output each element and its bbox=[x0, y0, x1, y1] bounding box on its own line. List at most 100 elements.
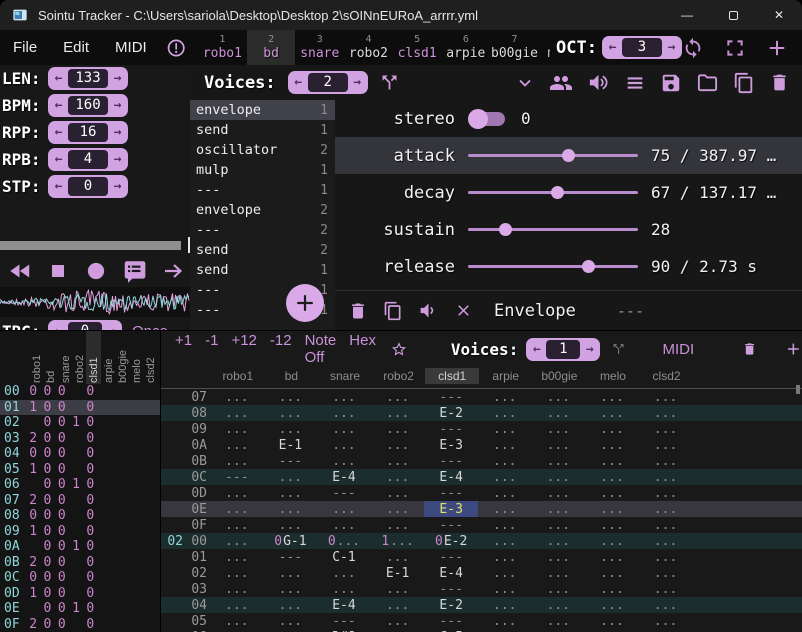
song-progress-bar[interactable] bbox=[0, 241, 181, 250]
order-pattern-value[interactable]: 1 bbox=[26, 524, 40, 539]
order-pattern-value[interactable]: 1 bbox=[26, 586, 40, 601]
note-cell[interactable]: ... bbox=[639, 389, 693, 405]
note-cell[interactable]: ... bbox=[478, 485, 532, 501]
note-cell[interactable]: ... bbox=[264, 613, 318, 629]
note-cell[interactable]: ... bbox=[585, 613, 639, 629]
note-cell[interactable]: ... bbox=[639, 501, 693, 517]
note-cell[interactable]: ... bbox=[210, 389, 264, 405]
order-pattern-value[interactable]: 0 bbox=[55, 462, 69, 477]
grid-track-header-b00gie[interactable]: b00gie bbox=[533, 368, 587, 384]
order-track-header-melo[interactable]: melo bbox=[131, 331, 143, 383]
note-cell[interactable]: ... bbox=[639, 597, 693, 613]
menu-icon[interactable] bbox=[624, 72, 646, 94]
unit-row-5[interactable]: envelope2 bbox=[190, 200, 335, 220]
note-cell[interactable]: ... bbox=[532, 597, 586, 613]
stop-icon[interactable] bbox=[46, 259, 70, 283]
order-row-05[interactable]: 051000 bbox=[0, 462, 160, 478]
order-pattern-value[interactable]: 0 bbox=[55, 524, 69, 539]
fullscreen-icon[interactable] bbox=[725, 38, 745, 58]
param-increment[interactable]: → bbox=[108, 121, 127, 144]
note-cell[interactable]: G-3 bbox=[424, 385, 478, 389]
order-pattern-value[interactable]: 0 bbox=[40, 508, 54, 523]
note-cell[interactable]: ... bbox=[478, 517, 532, 533]
note-cell[interactable]: ... bbox=[585, 469, 639, 485]
log-icon[interactable] bbox=[121, 258, 148, 284]
slider-knob[interactable] bbox=[551, 186, 564, 199]
note-cell[interactable]: C-1 bbox=[317, 549, 371, 565]
order-pattern-value[interactable]: 0 bbox=[55, 601, 69, 616]
note-cell[interactable]: ... bbox=[210, 597, 264, 613]
note-cell[interactable]: E-2 bbox=[424, 405, 478, 421]
order-row-03[interactable]: 032000 bbox=[0, 431, 160, 447]
order-pattern-value[interactable]: 1 bbox=[69, 415, 83, 430]
note-cell[interactable]: ... bbox=[317, 405, 371, 421]
order-pattern-value[interactable]: 0 bbox=[40, 570, 54, 585]
note-cell[interactable]: ... bbox=[585, 549, 639, 565]
note-cell[interactable]: ... bbox=[478, 405, 532, 421]
note-cell[interactable]: ... bbox=[264, 581, 318, 597]
note-cell[interactable]: ... bbox=[478, 385, 532, 389]
unit-row-4[interactable]: ---1 bbox=[190, 180, 335, 200]
order-pattern-value[interactable]: 2 bbox=[26, 555, 40, 570]
order-row-0F[interactable]: 0F2000 bbox=[0, 617, 160, 632]
order-row-0C[interactable]: 0C0000 bbox=[0, 570, 160, 586]
menu-item-midi[interactable]: MIDI bbox=[102, 39, 160, 56]
order-row-0A[interactable]: 0A0010 bbox=[0, 539, 160, 555]
note-cell[interactable]: ... bbox=[532, 437, 586, 453]
order-pattern-value[interactable]: 0 bbox=[40, 431, 54, 446]
note-cell[interactable]: ... bbox=[478, 469, 532, 485]
order-pattern-value[interactable]: 0 bbox=[83, 539, 97, 554]
order-pattern-value[interactable]: 0 bbox=[26, 508, 40, 523]
star-icon[interactable] bbox=[391, 339, 407, 360]
note-cell[interactable]: ... bbox=[585, 405, 639, 421]
maximize-button[interactable] bbox=[710, 0, 756, 30]
unit-speaker-icon[interactable] bbox=[418, 300, 439, 321]
warning-icon[interactable] bbox=[166, 37, 186, 59]
close-button[interactable]: ✕ bbox=[756, 0, 802, 30]
grid-track-header-arpie[interactable]: arpie bbox=[479, 368, 533, 384]
pattern-voices-decrement[interactable]: ← bbox=[527, 338, 546, 361]
note-cell[interactable]: ... bbox=[532, 549, 586, 565]
order-pattern-value[interactable]: 0 bbox=[55, 431, 69, 446]
order-pattern-value[interactable]: 0 bbox=[55, 617, 69, 632]
stereo-toggle[interactable] bbox=[468, 109, 508, 129]
order-row-04[interactable]: 040000 bbox=[0, 446, 160, 462]
order-track-header-robo2[interactable]: robo2 bbox=[74, 331, 86, 383]
note-cell[interactable]: ... bbox=[639, 437, 693, 453]
order-pattern-value[interactable]: 0 bbox=[40, 400, 54, 415]
note-cell[interactable]: ... bbox=[317, 565, 371, 581]
order-pattern-value[interactable]: 0 bbox=[83, 601, 97, 616]
save-icon[interactable] bbox=[660, 72, 682, 94]
order-pattern-value[interactable]: 0 bbox=[40, 493, 54, 508]
note-cell[interactable]: ... bbox=[585, 581, 639, 597]
order-pattern-value[interactable]: 0 bbox=[83, 570, 97, 585]
note-cell[interactable]: --- bbox=[424, 549, 478, 565]
param-increment[interactable]: → bbox=[108, 67, 127, 90]
note-cell[interactable]: ... bbox=[478, 453, 532, 469]
unit-row-8[interactable]: send1 bbox=[190, 260, 335, 280]
toolbar-button--1[interactable]: -1 bbox=[205, 332, 218, 366]
note-cell[interactable]: ... bbox=[585, 517, 639, 533]
note-cell[interactable]: --- bbox=[424, 421, 478, 437]
note-cell[interactable]: ... bbox=[639, 549, 693, 565]
note-cell[interactable]: ... bbox=[317, 437, 371, 453]
note-cell[interactable]: ... bbox=[532, 613, 586, 629]
order-pattern-value[interactable]: 0 bbox=[40, 524, 54, 539]
note-cell[interactable]: ... bbox=[210, 385, 264, 389]
note-cell[interactable]: ... bbox=[371, 469, 425, 485]
tab-bd[interactable]: 2bd bbox=[247, 30, 296, 65]
note-cell[interactable]: ... bbox=[639, 485, 693, 501]
note-cell[interactable]: ... bbox=[639, 421, 693, 437]
order-row-0E[interactable]: 0E0010 bbox=[0, 601, 160, 617]
param-decrement[interactable]: ← bbox=[49, 148, 68, 171]
param-spinner[interactable]: ←16→ bbox=[48, 121, 128, 144]
note-cell[interactable]: ... bbox=[478, 565, 532, 581]
note-cell[interactable]: ... bbox=[585, 385, 639, 389]
order-pattern-value[interactable]: 0 bbox=[83, 415, 97, 430]
slider-knob[interactable] bbox=[582, 260, 595, 273]
unit-row-3[interactable]: mulp1 bbox=[190, 160, 335, 180]
note-cell[interactable]: ... bbox=[210, 549, 264, 565]
note-cell[interactable]: E-3 bbox=[424, 501, 478, 517]
add-pattern-icon[interactable] bbox=[785, 338, 802, 360]
order-pattern-value[interactable]: 2 bbox=[26, 493, 40, 508]
